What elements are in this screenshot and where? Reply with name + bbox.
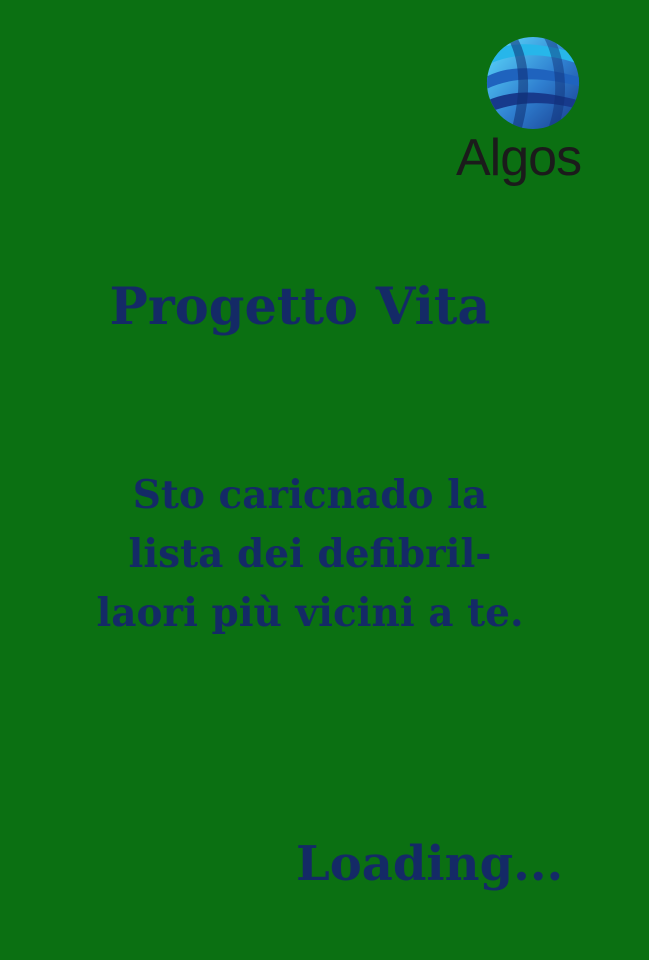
loading-message-line: laori più vicini a te. (96, 590, 524, 636)
page-title: Progetto Vita (109, 277, 491, 337)
loading-message-line: lista dei defibril- (128, 531, 492, 577)
loading-indicator: Loading... (296, 836, 564, 892)
logo-text: Algos (456, 129, 582, 187)
loading-message: Sto caricnado la lista dei defibril- lao… (22, 466, 598, 643)
globe-icon (486, 36, 580, 130)
algos-logo: Algos (452, 34, 612, 194)
loading-message-line: Sto caricnado la (132, 472, 488, 518)
